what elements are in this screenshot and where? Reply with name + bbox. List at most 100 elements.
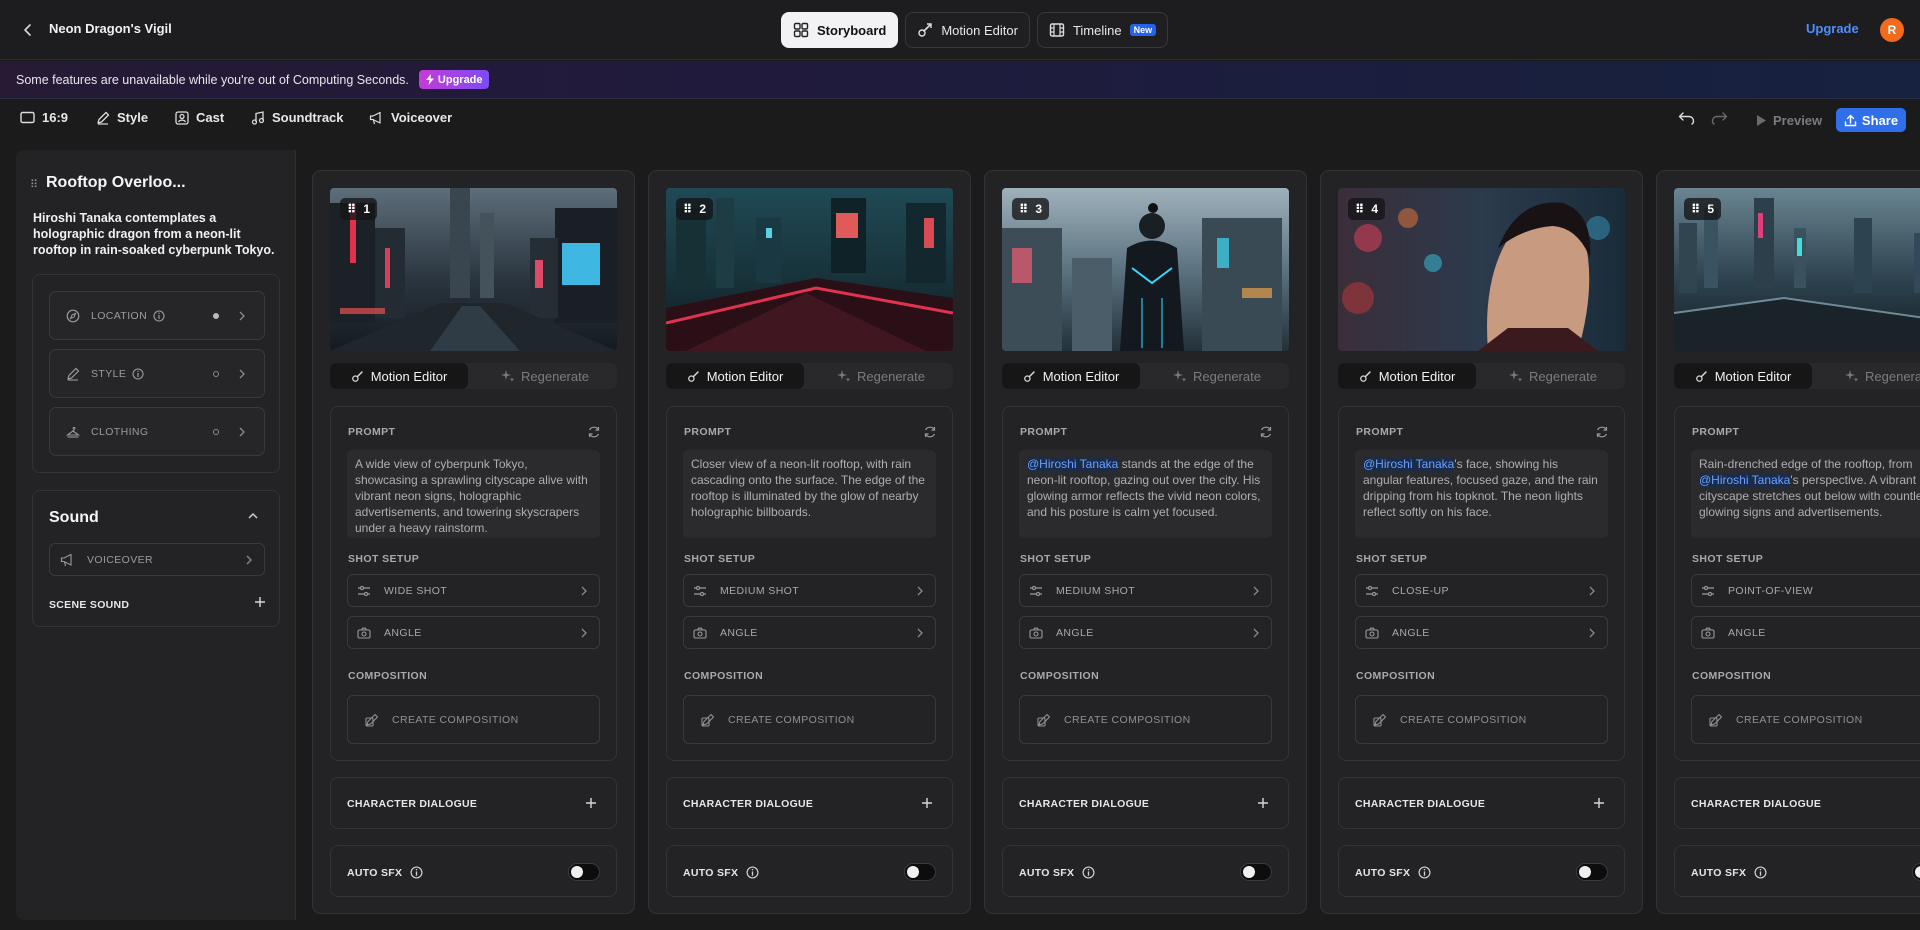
auto-sfx-toggle[interactable] xyxy=(1576,863,1608,881)
refresh-icon[interactable] xyxy=(1595,425,1609,439)
regenerate-button[interactable]: Regenerate xyxy=(1152,363,1282,389)
prompt-text[interactable]: Rain-drenched edge of the rooftop, from … xyxy=(1691,450,1920,538)
auto-sfx-label: AUTO SFX xyxy=(1355,866,1411,879)
refresh-icon[interactable] xyxy=(923,425,937,439)
angle-select[interactable]: ANGLE xyxy=(1355,616,1608,649)
soundtrack-button[interactable]: Soundtrack xyxy=(251,110,344,125)
regenerate-button[interactable]: Regenerate xyxy=(816,363,946,389)
character-dialogue-label: CHARACTER DIALOGUE xyxy=(1019,798,1150,810)
music-note-icon xyxy=(251,110,265,125)
create-composition-button[interactable]: CREATE COMPOSITION xyxy=(1019,695,1272,744)
back-button[interactable] xyxy=(16,18,40,42)
motion-editor-button[interactable]: Motion Editor xyxy=(1338,363,1476,389)
style-row[interactable]: STYLE xyxy=(49,349,265,398)
style-button[interactable]: Style xyxy=(96,110,148,125)
drag-handle-icon[interactable]: ⠿ xyxy=(30,178,38,191)
chevron-up-icon[interactable] xyxy=(247,511,259,521)
info-icon[interactable] xyxy=(1418,866,1431,879)
plus-icon[interactable] xyxy=(253,595,267,609)
tab-motion-editor[interactable]: Motion Editor xyxy=(905,12,1030,48)
create-composition-button[interactable]: CREATE COMPOSITION xyxy=(1691,695,1920,744)
drag-handle-icon: ⠿ xyxy=(1355,202,1365,216)
banner-upgrade-button[interactable]: Upgrade xyxy=(418,70,489,89)
auto-sfx-toggle[interactable] xyxy=(568,863,600,881)
plus-icon[interactable] xyxy=(584,796,598,810)
info-icon[interactable] xyxy=(410,866,423,879)
chevron-right-icon xyxy=(239,311,245,321)
voiceover-row[interactable]: VOICEOVER xyxy=(49,543,265,576)
create-composition-label: CREATE COMPOSITION xyxy=(1400,713,1527,726)
shot-number-badge[interactable]: ⠿ 2 xyxy=(676,198,714,220)
plus-icon[interactable] xyxy=(920,796,934,810)
motion-editor-button[interactable]: Motion Editor xyxy=(666,363,804,389)
character-dialogue-label: CHARACTER DIALOGUE xyxy=(1691,798,1822,810)
aspect-ratio-button[interactable]: 16:9 xyxy=(20,110,68,125)
prompt-text[interactable]: @Hiroshi Tanaka stands at the edge of th… xyxy=(1019,450,1272,538)
shot-type-select[interactable]: POINT-OF-VIEW xyxy=(1691,574,1920,607)
character-mention[interactable]: @Hiroshi Tanaka xyxy=(1699,473,1791,487)
shot-card: ⠿ 2 Motion Editor Regenerate PROMPT Close… xyxy=(648,170,971,914)
shot-thumbnail[interactable]: ⠿ 3 xyxy=(1002,188,1289,351)
refresh-icon[interactable] xyxy=(587,425,601,439)
voiceover-button[interactable]: Voiceover xyxy=(369,110,452,125)
shot-type-select[interactable]: MEDIUM SHOT xyxy=(683,574,936,607)
regenerate-button[interactable]: Regenerate xyxy=(1488,363,1618,389)
character-mention[interactable]: @Hiroshi Tanaka xyxy=(1363,457,1455,471)
preview-button[interactable]: Preview xyxy=(1755,109,1822,131)
shot-number-badge[interactable]: ⠿ 4 xyxy=(1348,198,1386,220)
sparkle-icon xyxy=(1845,370,1859,382)
info-icon[interactable] xyxy=(1082,866,1095,879)
angle-select[interactable]: ANGLE xyxy=(1019,616,1272,649)
shot-thumbnail[interactable]: ⠿ 5 xyxy=(1674,188,1920,351)
shot-thumbnail[interactable]: ⠿ 4 xyxy=(1338,188,1625,351)
regenerate-button[interactable]: Regenerate xyxy=(480,363,610,389)
auto-sfx-toggle[interactable] xyxy=(904,863,936,881)
clothing-row[interactable]: CLOTHING xyxy=(49,407,265,456)
regenerate-button[interactable]: Regenerate xyxy=(1824,363,1920,389)
shot-thumbnail[interactable]: ⠿ 1 xyxy=(330,188,617,351)
cast-button[interactable]: Cast xyxy=(175,110,224,125)
plus-icon[interactable] xyxy=(1256,796,1270,810)
angle-select[interactable]: ANGLE xyxy=(1691,616,1920,649)
shot-number-badge[interactable]: ⠿ 1 xyxy=(340,198,378,220)
angle-select[interactable]: ANGLE xyxy=(347,616,600,649)
info-icon[interactable] xyxy=(153,309,165,322)
create-composition-button[interactable]: CREATE COMPOSITION xyxy=(347,695,600,744)
shot-thumbnail[interactable]: ⠿ 2 xyxy=(666,188,953,351)
plus-icon[interactable] xyxy=(1592,796,1606,810)
tab-storyboard[interactable]: Storyboard xyxy=(781,12,899,48)
banner-upgrade-label: Upgrade xyxy=(437,73,483,86)
tab-timeline[interactable]: Timeline New xyxy=(1036,12,1169,48)
angle-select[interactable]: ANGLE xyxy=(683,616,936,649)
shot-number-badge[interactable]: ⠿ 3 xyxy=(1012,198,1050,220)
auto-sfx-toggle[interactable] xyxy=(1240,863,1272,881)
info-icon[interactable] xyxy=(746,866,759,879)
shot-type-select[interactable]: CLOSE-UP xyxy=(1355,574,1608,607)
motion-editor-button[interactable]: Motion Editor xyxy=(1002,363,1140,389)
refresh-icon[interactable] xyxy=(1259,425,1273,439)
angle-label: ANGLE xyxy=(1056,626,1094,639)
avatar[interactable]: R xyxy=(1880,18,1904,42)
info-icon[interactable] xyxy=(132,367,144,380)
create-composition-button[interactable]: CREATE COMPOSITION xyxy=(683,695,936,744)
character-mention[interactable]: @Hiroshi Tanaka xyxy=(1027,457,1119,471)
create-composition-button[interactable]: CREATE COMPOSITION xyxy=(1355,695,1608,744)
shot-type-select[interactable]: WIDE SHOT xyxy=(347,574,600,607)
prompt-text[interactable]: Closer view of a neon-lit rooftop, with … xyxy=(683,450,936,538)
motion-editor-button[interactable]: Motion Editor xyxy=(1674,363,1812,389)
shot-number-badge[interactable]: ⠿ 5 xyxy=(1684,198,1722,220)
scene-title[interactable]: Rooftop Overloo... xyxy=(46,174,186,192)
upgrade-link[interactable]: Upgrade xyxy=(1806,21,1859,36)
info-icon[interactable] xyxy=(1754,866,1767,879)
shot-type-select[interactable]: MEDIUM SHOT xyxy=(1019,574,1272,607)
sparkle-icon xyxy=(1173,370,1187,382)
motion-editor-button[interactable]: Motion Editor xyxy=(330,363,468,389)
scene-panel: ⠿ Rooftop Overloo... Hiroshi Tanaka cont… xyxy=(16,150,296,920)
auto-sfx-toggle[interactable] xyxy=(1912,863,1920,881)
undo-button[interactable] xyxy=(1678,111,1695,125)
prompt-text[interactable]: @Hiroshi Tanaka's face, showing his angu… xyxy=(1355,450,1608,538)
share-button[interactable]: Share xyxy=(1836,108,1906,132)
location-row[interactable]: LOCATION xyxy=(49,291,265,340)
redo-button[interactable] xyxy=(1711,111,1728,125)
prompt-text[interactable]: A wide view of cyberpunk Tokyo, showcasi… xyxy=(347,450,600,538)
